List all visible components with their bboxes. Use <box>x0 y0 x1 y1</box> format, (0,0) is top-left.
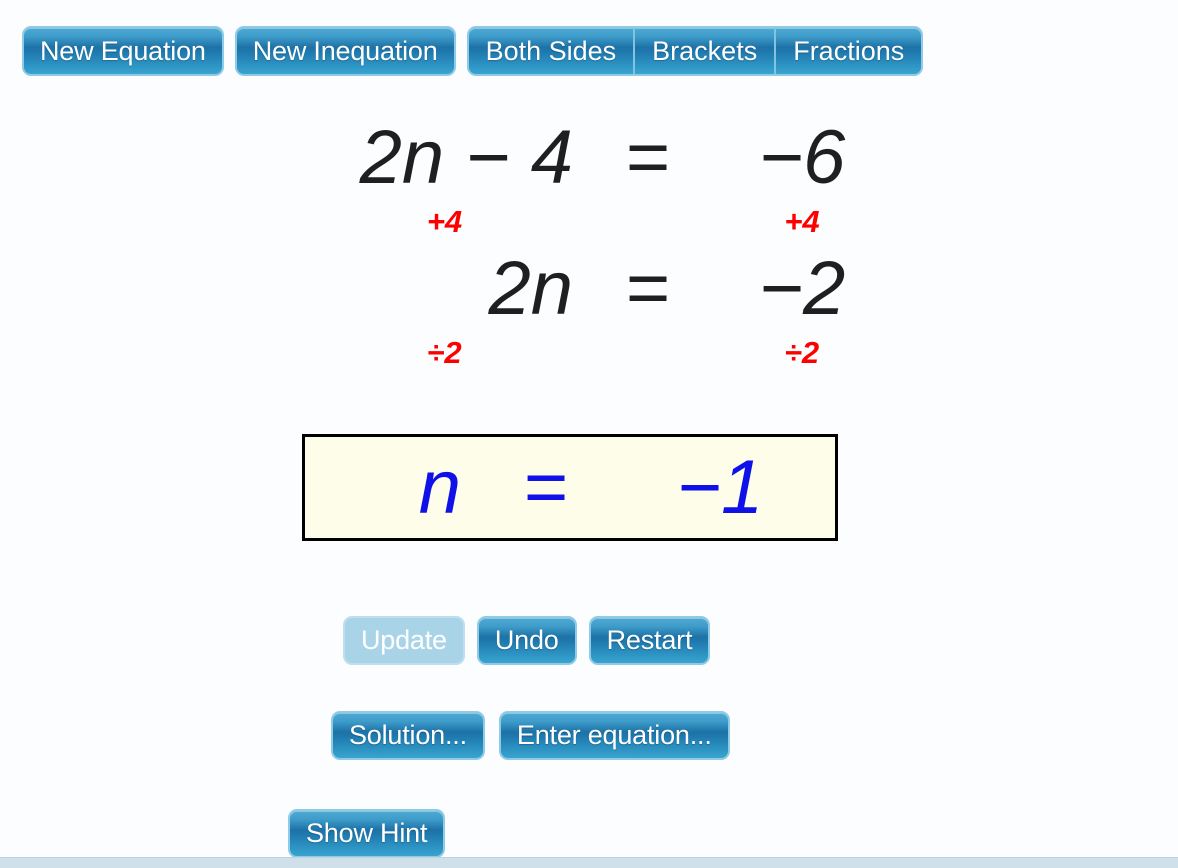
hint-action-buttons: Show Hint <box>288 809 446 858</box>
step-1-relation: = <box>624 115 670 200</box>
answer-equation-row: n = −1 <box>305 444 835 530</box>
operation-row[interactable]: ÷2 ÷2 <box>302 337 902 368</box>
step-2-operation-rhs[interactable]: ÷2 <box>707 337 897 368</box>
step-2-rhs[interactable]: −2 <box>707 251 897 327</box>
equation-steps: 2n − 4 = −6 +4 +4 2n = −2 ÷2 ÷2 <box>302 120 902 369</box>
both-sides-button[interactable]: Both Sides <box>469 28 634 74</box>
top-toolbar: New Equation New Inequation Both Sides B… <box>22 26 924 76</box>
solution-button[interactable]: Solution... <box>331 711 485 760</box>
equation-worksheet: 2n − 4 = −6 +4 +4 2n = −2 ÷2 ÷2 <box>0 120 1178 374</box>
step-1-rhs[interactable]: −6 <box>707 120 897 196</box>
step-1-operation-lhs[interactable]: +4 <box>302 206 587 237</box>
answer-rhs[interactable]: −1 <box>615 449 825 526</box>
step-1-lhs[interactable]: 2n − 4 <box>302 120 587 196</box>
undo-button[interactable]: Undo <box>476 616 577 665</box>
primary-action-buttons: Update Undo Restart <box>343 616 711 665</box>
bottom-status-strip <box>0 857 1178 868</box>
step-2-operation-lhs[interactable]: ÷2 <box>302 337 587 368</box>
step-2-relation: = <box>624 246 670 331</box>
operation-row[interactable]: +4 +4 <box>302 206 902 237</box>
secondary-action-buttons: Solution... Enter equation... <box>331 711 730 760</box>
equation-step-row[interactable]: 2n = −2 <box>302 251 902 327</box>
solution-answer-box[interactable]: n = −1 <box>302 434 838 541</box>
new-inequation-button[interactable]: New Inequation <box>234 26 456 76</box>
step-1-operation-rhs[interactable]: +4 <box>707 206 897 237</box>
equation-step-row[interactable]: 2n − 4 = −6 <box>302 120 902 196</box>
enter-equation-button[interactable]: Enter equation... <box>498 711 730 760</box>
answer-lhs[interactable]: n <box>305 449 475 526</box>
show-hint-button[interactable]: Show Hint <box>288 809 446 858</box>
new-equation-button[interactable]: New Equation <box>22 26 224 76</box>
update-button[interactable]: Update <box>343 616 465 665</box>
restart-button[interactable]: Restart <box>588 616 711 665</box>
fractions-button[interactable]: Fractions <box>774 28 921 74</box>
equation-type-segmented-group: Both Sides Brackets Fractions <box>466 26 924 76</box>
brackets-button[interactable]: Brackets <box>633 28 774 74</box>
step-2-lhs[interactable]: 2n <box>302 251 587 327</box>
answer-relation: = <box>522 444 568 530</box>
